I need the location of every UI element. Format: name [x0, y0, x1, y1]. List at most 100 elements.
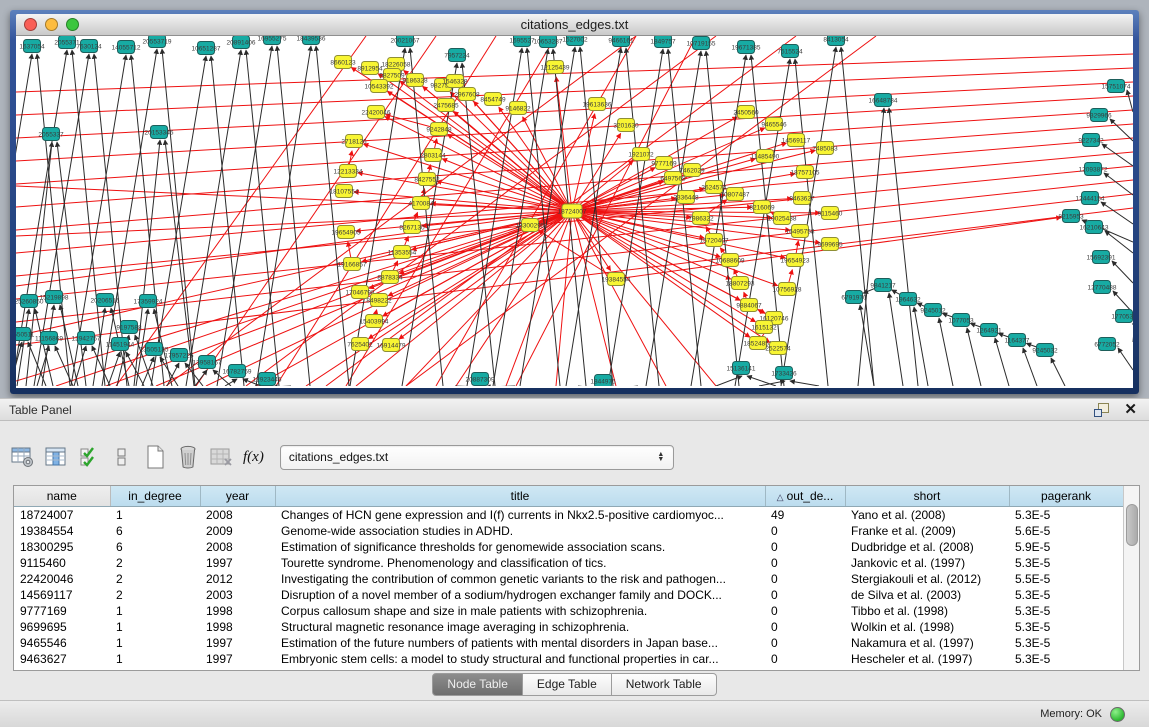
column-header-title[interactable]: title	[275, 486, 765, 507]
table-cell[interactable]: 18724007	[14, 507, 110, 524]
table-cell[interactable]: 9777169	[14, 603, 110, 619]
table-cell[interactable]: 2009	[200, 523, 275, 539]
table-cell[interactable]: 1	[110, 603, 200, 619]
table-cell[interactable]: 0	[765, 539, 845, 555]
network-window-titlebar[interactable]: citations_edges.txt	[16, 14, 1133, 36]
memory-status-icon[interactable]	[1110, 707, 1125, 722]
table-row[interactable]: 1456911722003Disruption of a novel membe…	[14, 587, 1123, 603]
table-cell[interactable]: Structural magnetic resonance image aver…	[275, 619, 765, 635]
table-cell[interactable]: 2012	[200, 571, 275, 587]
new-column-button[interactable]	[140, 442, 170, 472]
table-cell[interactable]: 5.3E-5	[1009, 619, 1123, 635]
table-cell[interactable]: 1	[110, 635, 200, 651]
table-cell[interactable]: Investigating the contribution of common…	[275, 571, 765, 587]
table-cell[interactable]: 5.3E-5	[1009, 603, 1123, 619]
table-cell[interactable]: Estimation of significance thresholds fo…	[275, 539, 765, 555]
float-panel-icon[interactable]	[1094, 403, 1110, 417]
table-cell[interactable]: Changes of HCN gene expression and I(f) …	[275, 507, 765, 524]
table-cell[interactable]: 1998	[200, 603, 275, 619]
column-header-year[interactable]: year	[200, 486, 275, 507]
table-row[interactable]: 969969511998Structural magnetic resonanc…	[14, 619, 1123, 635]
tab-node-table[interactable]: Node Table	[432, 673, 523, 696]
table-cell[interactable]: de Silva et al. (2003)	[845, 587, 1009, 603]
table-cell[interactable]: 14569117	[14, 587, 110, 603]
table-cell[interactable]: 0	[765, 571, 845, 587]
table-cell[interactable]: 5.6E-5	[1009, 523, 1123, 539]
table-cell[interactable]: Franke et al. (2009)	[845, 523, 1009, 539]
table-row[interactable]: 2242004622012Investigating the contribut…	[14, 571, 1123, 587]
table-cell[interactable]: Estimation of the future numbers of pati…	[275, 635, 765, 651]
table-cell[interactable]: 1997	[200, 555, 275, 571]
table-row[interactable]: 977716911998Corpus callosum shape and si…	[14, 603, 1123, 619]
table-cell[interactable]: 2008	[200, 539, 275, 555]
table-cell[interactable]: 2	[110, 571, 200, 587]
close-panel-icon[interactable]: ✕	[1124, 403, 1137, 417]
column-header-name[interactable]: name	[14, 486, 110, 507]
table-cell[interactable]: 0	[765, 603, 845, 619]
delete-columns-button[interactable]	[173, 442, 203, 472]
table-cell[interactable]: 9115460	[14, 555, 110, 571]
column-header-pagerank[interactable]: pagerank	[1009, 486, 1123, 507]
table-cell[interactable]: 0	[765, 651, 845, 667]
table-cell[interactable]: Jankovic et al. (1997)	[845, 555, 1009, 571]
table-row[interactable]: 1872400712008Changes of HCN gene express…	[14, 507, 1123, 524]
table-cell[interactable]: 0	[765, 635, 845, 651]
table-cell[interactable]: Corpus callosum shape and size in male p…	[275, 603, 765, 619]
network-canvas[interactable]: 1872400786601238912954182260589827509105…	[16, 36, 1133, 388]
scrollbar-thumb[interactable]	[1126, 504, 1138, 546]
table-cell[interactable]: 1998	[200, 619, 275, 635]
table-cell[interactable]: 1	[110, 507, 200, 524]
table-cell[interactable]: Stergiakouli et al. (2012)	[845, 571, 1009, 587]
table-cell[interactable]: 1997	[200, 651, 275, 667]
table-cell[interactable]: 6	[110, 539, 200, 555]
table-cell[interactable]: 5.3E-5	[1009, 635, 1123, 651]
table-cell[interactable]: 5.3E-5	[1009, 651, 1123, 667]
table-cell[interactable]: 9699695	[14, 619, 110, 635]
table-cell[interactable]: 2	[110, 555, 200, 571]
table-cell[interactable]: 0	[765, 555, 845, 571]
table-cell[interactable]: 2	[110, 587, 200, 603]
table-cell[interactable]: Tourette syndrome. Phenomenology and cla…	[275, 555, 765, 571]
table-cell[interactable]: Tibbo et al. (1998)	[845, 603, 1009, 619]
table-cell[interactable]: Disruption of a novel member of a sodium…	[275, 587, 765, 603]
column-header-out-de-[interactable]: △out_de...	[765, 486, 845, 507]
table-cell[interactable]: 5.3E-5	[1009, 555, 1123, 571]
table-row[interactable]: 946554611997Estimation of the future num…	[14, 635, 1123, 651]
tab-network-table[interactable]: Network Table	[612, 673, 717, 696]
table-row[interactable]: 911546021997Tourette syndrome. Phenomeno…	[14, 555, 1123, 571]
table-row[interactable]: 946362711997Embryonic stem cells: a mode…	[14, 651, 1123, 667]
table-cell[interactable]: 1	[110, 651, 200, 667]
table-row[interactable]: 1938455462009Genome-wide association stu…	[14, 523, 1123, 539]
table-cell[interactable]: 1	[110, 619, 200, 635]
table-vertical-scrollbar[interactable]	[1123, 486, 1139, 670]
table-cell[interactable]: Nakamura et al. (1997)	[845, 635, 1009, 651]
unselect-all-columns-button[interactable]	[107, 442, 137, 472]
table-cell[interactable]: 5.3E-5	[1009, 507, 1123, 524]
table-cell[interactable]: Hescheler et al. (1997)	[845, 651, 1009, 667]
table-selector-dropdown[interactable]: citations_edges.txt ▲▼	[280, 445, 674, 470]
table-cell[interactable]: Embryonic stem cells: a model to study s…	[275, 651, 765, 667]
select-all-columns-button[interactable]	[74, 442, 104, 472]
table-cell[interactable]: 5.3E-5	[1009, 587, 1123, 603]
table-cell[interactable]: 9463627	[14, 651, 110, 667]
table-cell[interactable]: 9465546	[14, 635, 110, 651]
table-cell[interactable]: 5.9E-5	[1009, 539, 1123, 555]
delete-table-button[interactable]	[206, 442, 236, 472]
table-cell[interactable]: Dudbridge et al. (2008)	[845, 539, 1009, 555]
table-cell[interactable]: 22420046	[14, 571, 110, 587]
table-cell[interactable]: 5.5E-5	[1009, 571, 1123, 587]
table-cell[interactable]: Yano et al. (2008)	[845, 507, 1009, 524]
table-cell[interactable]: 0	[765, 523, 845, 539]
function-builder-button[interactable]: f(x)	[243, 449, 264, 466]
table-cell[interactable]: 0	[765, 619, 845, 635]
column-header-short[interactable]: short	[845, 486, 1009, 507]
table-cell[interactable]: 18300295	[14, 539, 110, 555]
column-header-in-degree[interactable]: in_degree	[110, 486, 200, 507]
table-cell[interactable]: 1997	[200, 635, 275, 651]
table-cell[interactable]: Wolkin et al. (1998)	[845, 619, 1009, 635]
table-cell[interactable]: 2003	[200, 587, 275, 603]
table-row[interactable]: 1830029562008Estimation of significance …	[14, 539, 1123, 555]
table-cell[interactable]: 49	[765, 507, 845, 524]
table-cell[interactable]: 0	[765, 587, 845, 603]
table-cell[interactable]: Genome-wide association studies in ADHD.	[275, 523, 765, 539]
